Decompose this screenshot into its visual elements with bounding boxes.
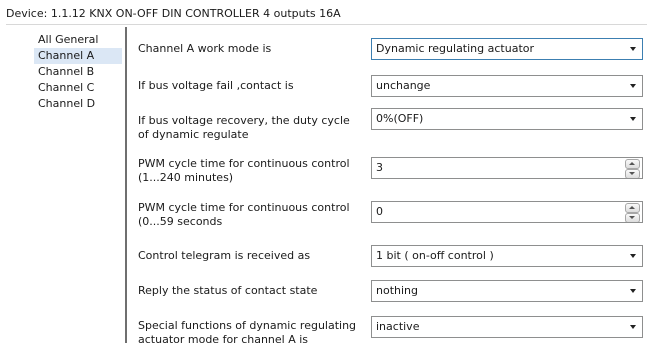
pwm-minutes-spinbox[interactable]: 3: [371, 157, 643, 179]
chevron-down-icon: [630, 117, 636, 121]
spinner: [625, 159, 640, 178]
bus-fail-value: unchange: [376, 79, 431, 92]
chevron-down-icon: [630, 84, 636, 88]
param-label-pwm-minutes: PWM cycle time for continuous control (1…: [138, 157, 350, 184]
sidebar-item-channel-c[interactable]: Channel C: [34, 80, 122, 96]
pwm-seconds-value: 0: [376, 205, 383, 218]
sidebar-divider: [125, 27, 127, 343]
spin-down-icon[interactable]: [625, 169, 640, 178]
spin-up-icon[interactable]: [625, 159, 640, 169]
chevron-down-icon: [630, 47, 636, 51]
special-functions-dropdown[interactable]: inactive: [371, 316, 643, 338]
work-mode-dropdown[interactable]: Dynamic regulating actuator: [371, 38, 643, 60]
pwm-minutes-value: 3: [376, 161, 383, 174]
special-functions-value: inactive: [376, 320, 420, 333]
bus-fail-dropdown[interactable]: unchange: [371, 75, 643, 97]
chevron-down-icon: [630, 254, 636, 258]
param-label-bus-fail: If bus voltage fail ,contact is: [138, 79, 294, 92]
bus-recovery-value: 0%(OFF): [376, 112, 424, 125]
spin-down-icon[interactable]: [625, 213, 640, 222]
pwm-seconds-spinbox[interactable]: 0: [371, 201, 643, 223]
sidebar-item-all-general[interactable]: All General: [34, 32, 122, 48]
sidebar-item-channel-d[interactable]: Channel D: [34, 96, 122, 112]
chevron-down-icon: [630, 289, 636, 293]
reply-status-value: nothing: [376, 284, 418, 297]
param-label-bus-recovery: If bus voltage recovery, the duty cycle …: [138, 114, 350, 141]
param-label-pwm-seconds: PWM cycle time for continuous control (0…: [138, 201, 350, 228]
param-label-work-mode: Channel A work mode is: [138, 42, 272, 55]
sidebar-item-channel-a[interactable]: Channel A: [34, 48, 122, 64]
reply-status-dropdown[interactable]: nothing: [371, 280, 643, 302]
control-telegram-dropdown[interactable]: 1 bit ( on-off control ): [371, 245, 643, 267]
device-title: Device: 1.1.12 KNX ON-OFF DIN CONTROLLER…: [6, 4, 647, 25]
bus-recovery-dropdown[interactable]: 0%(OFF): [371, 108, 643, 130]
param-label-control-telegram: Control telegram is received as: [138, 249, 311, 262]
sidebar-item-channel-b[interactable]: Channel B: [34, 64, 122, 80]
work-mode-value: Dynamic regulating actuator: [376, 42, 535, 55]
control-telegram-value: 1 bit ( on-off control ): [376, 249, 494, 262]
param-label-reply-status: Reply the status of contact state: [138, 284, 318, 297]
chevron-down-icon: [630, 325, 636, 329]
spin-up-icon[interactable]: [625, 203, 640, 213]
channel-sidebar: All General Channel A Channel B Channel …: [34, 32, 122, 112]
spinner: [625, 203, 640, 222]
